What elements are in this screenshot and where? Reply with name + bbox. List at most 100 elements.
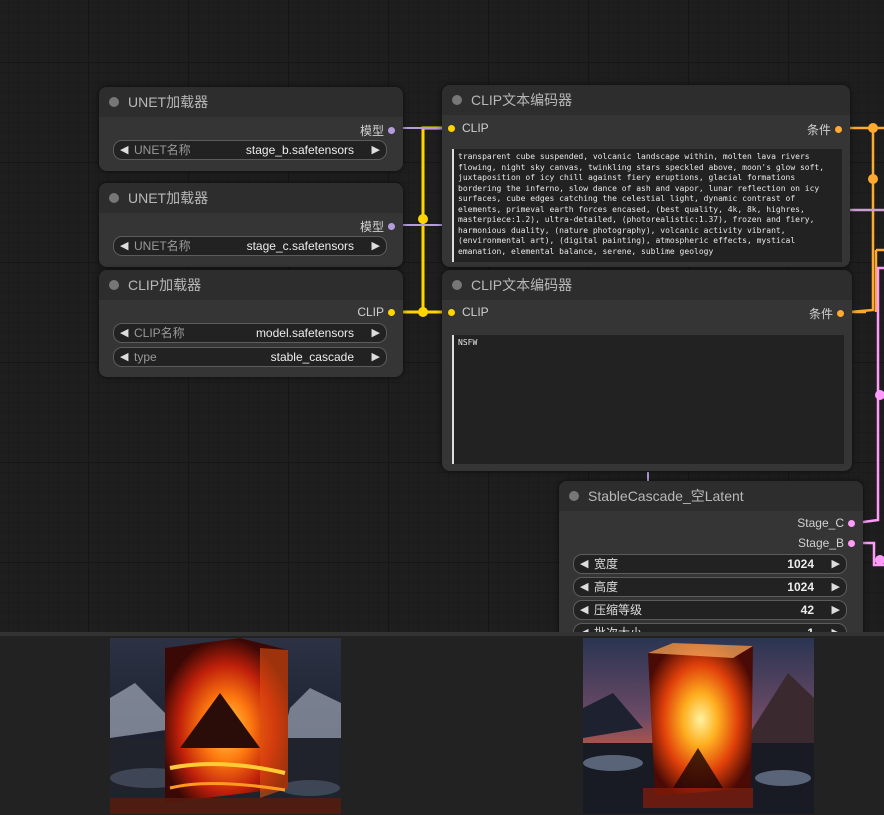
arrow-right-icon[interactable]: ▶: [372, 237, 380, 255]
node-title-bar[interactable]: UNET加载器: [99, 87, 403, 117]
slot-label: CLIP: [462, 121, 489, 135]
output-dot-icon[interactable]: [388, 223, 395, 230]
conditioning-output-slot[interactable]: 条件: [807, 121, 842, 138]
arrow-right-icon[interactable]: ▶: [832, 555, 840, 573]
clip-name-combo[interactable]: ◀ CLIP名称 model.safetensors ▶: [113, 323, 387, 343]
generated-image-1[interactable]: [110, 638, 341, 814]
node-title: CLIP文本编码器: [471, 92, 573, 108]
widget-label: 高度: [594, 580, 619, 594]
widget-value: 1: [807, 624, 814, 632]
clip-type-combo[interactable]: ◀ type stable_cascade ▶: [113, 347, 387, 367]
widget-label: 宽度: [594, 557, 619, 571]
reroute-dot-latent[interactable]: [875, 390, 884, 400]
node-title: CLIP加载器: [128, 277, 202, 293]
slot-label: Stage_B: [797, 536, 844, 550]
widget-value: 1024: [787, 580, 814, 594]
arrow-left-icon[interactable]: ◀: [580, 624, 588, 632]
clip-text-encode-positive-node[interactable]: CLIP文本编码器 CLIP 条件 transparent cube suspe…: [442, 85, 850, 267]
arrow-right-icon[interactable]: ▶: [832, 578, 840, 596]
unet-name-combo[interactable]: ◀ UNET名称 stage_c.safetensors ▶: [113, 236, 387, 256]
arrow-right-icon[interactable]: ▶: [372, 141, 380, 159]
reroute-dot-latent[interactable]: [875, 555, 884, 565]
slot-label: CLIP: [462, 305, 489, 319]
arrow-left-icon[interactable]: ◀: [120, 237, 128, 255]
output-dot-icon[interactable]: [837, 310, 844, 317]
collapse-dot-icon[interactable]: [109, 97, 119, 107]
collapse-dot-icon[interactable]: [569, 491, 579, 501]
output-dot-icon[interactable]: [848, 539, 855, 547]
arrow-left-icon[interactable]: ◀: [580, 555, 588, 573]
conditioning-output-slot[interactable]: 条件: [809, 305, 844, 322]
batch-size-number-widget[interactable]: ◀ 批次大小 1 ▶: [573, 623, 847, 632]
prompt-textarea[interactable]: transparent cube suspended, volcanic lan…: [452, 149, 842, 262]
node-title-bar[interactable]: UNET加载器: [99, 183, 403, 213]
arrow-right-icon[interactable]: ▶: [372, 324, 380, 342]
output-dot-icon[interactable]: [848, 519, 855, 527]
slot-label: 条件: [808, 307, 833, 321]
output-dot-icon[interactable]: [388, 127, 395, 134]
output-dot-icon[interactable]: [388, 308, 395, 316]
widget-label: type: [134, 350, 157, 364]
generated-image-2[interactable]: [583, 638, 814, 814]
collapse-dot-icon[interactable]: [452, 95, 462, 105]
collapse-dot-icon[interactable]: [109, 193, 119, 203]
widget-label: UNET名称: [134, 143, 191, 157]
slot-label: 模型: [359, 124, 384, 138]
widget-label: 压缩等级: [594, 603, 643, 617]
compression-number-widget[interactable]: ◀ 压缩等级 42 ▶: [573, 600, 847, 620]
stable-cascade-latent-node[interactable]: StableCascade_空Latent Stage_C Stage_B ◀ …: [559, 481, 863, 632]
reroute-dot-clip[interactable]: [418, 307, 428, 317]
input-dot-icon[interactable]: [448, 124, 455, 132]
node-title: CLIP文本编码器: [471, 277, 573, 293]
clip-text-encode-negative-node[interactable]: CLIP文本编码器 CLIP 条件 NSFW: [442, 270, 852, 471]
model-output-slot[interactable]: 模型: [360, 122, 395, 139]
output-dot-icon[interactable]: [835, 126, 842, 133]
arrow-left-icon[interactable]: ◀: [120, 348, 128, 366]
slot-label: 条件: [806, 123, 831, 137]
input-dot-icon[interactable]: [448, 308, 455, 316]
arrow-right-icon[interactable]: ▶: [832, 624, 840, 632]
node-title: UNET加载器: [128, 190, 209, 206]
clip-loader-node[interactable]: CLIP加载器 CLIP ◀ CLIP名称 model.safetensors …: [99, 270, 403, 377]
image-preview-panel: [0, 632, 884, 815]
stage-c-output-slot[interactable]: Stage_C: [797, 516, 855, 530]
widget-label: 批次大小: [594, 624, 642, 632]
node-title: UNET加载器: [128, 94, 209, 110]
widget-value: stage_c.safetensors: [246, 239, 354, 253]
collapse-dot-icon[interactable]: [452, 280, 462, 290]
widget-label: UNET名称: [134, 239, 191, 253]
stage-b-output-slot[interactable]: Stage_B: [798, 536, 855, 550]
slot-label: CLIP: [357, 305, 384, 319]
arrow-left-icon[interactable]: ◀: [580, 578, 588, 596]
node-title-bar[interactable]: CLIP加载器: [99, 270, 403, 300]
reroute-dot-conditioning[interactable]: [868, 123, 878, 133]
node-graph-canvas[interactable]: UNET加载器 模型 ◀ UNET名称 stage_b.safetensors …: [0, 0, 884, 632]
widget-value: stable_cascade: [270, 350, 354, 364]
arrow-left-icon[interactable]: ◀: [120, 324, 128, 342]
arrow-right-icon[interactable]: ▶: [832, 601, 840, 619]
clip-input-slot[interactable]: CLIP: [448, 305, 489, 319]
node-title-bar[interactable]: StableCascade_空Latent: [559, 481, 863, 511]
slot-label: Stage_C: [797, 516, 844, 530]
node-title-bar[interactable]: CLIP文本编码器: [442, 85, 850, 115]
clip-input-slot[interactable]: CLIP: [448, 121, 489, 135]
arrow-right-icon[interactable]: ▶: [372, 348, 380, 366]
arrow-left-icon[interactable]: ◀: [580, 601, 588, 619]
node-title-bar[interactable]: CLIP文本编码器: [442, 270, 852, 300]
model-output-slot[interactable]: 模型: [360, 218, 395, 235]
unet-loader-node-c[interactable]: UNET加载器 模型 ◀ UNET名称 stage_c.safetensors …: [99, 183, 403, 267]
prompt-textarea[interactable]: NSFW: [452, 335, 844, 464]
arrow-left-icon[interactable]: ◀: [120, 141, 128, 159]
widget-label: CLIP名称: [134, 326, 185, 340]
widget-value: model.safetensors: [255, 326, 354, 340]
unet-loader-node-b[interactable]: UNET加载器 模型 ◀ UNET名称 stage_b.safetensors …: [99, 87, 403, 171]
clip-output-slot[interactable]: CLIP: [357, 305, 395, 319]
node-title: StableCascade_空Latent: [588, 488, 744, 504]
collapse-dot-icon[interactable]: [109, 280, 119, 290]
width-number-widget[interactable]: ◀ 宽度 1024 ▶: [573, 554, 847, 574]
reroute-dot-clip[interactable]: [418, 214, 428, 224]
height-number-widget[interactable]: ◀ 高度 1024 ▶: [573, 577, 847, 597]
unet-name-combo[interactable]: ◀ UNET名称 stage_b.safetensors ▶: [113, 140, 387, 160]
widget-value: 42: [800, 603, 814, 617]
reroute-dot-conditioning[interactable]: [868, 174, 878, 184]
